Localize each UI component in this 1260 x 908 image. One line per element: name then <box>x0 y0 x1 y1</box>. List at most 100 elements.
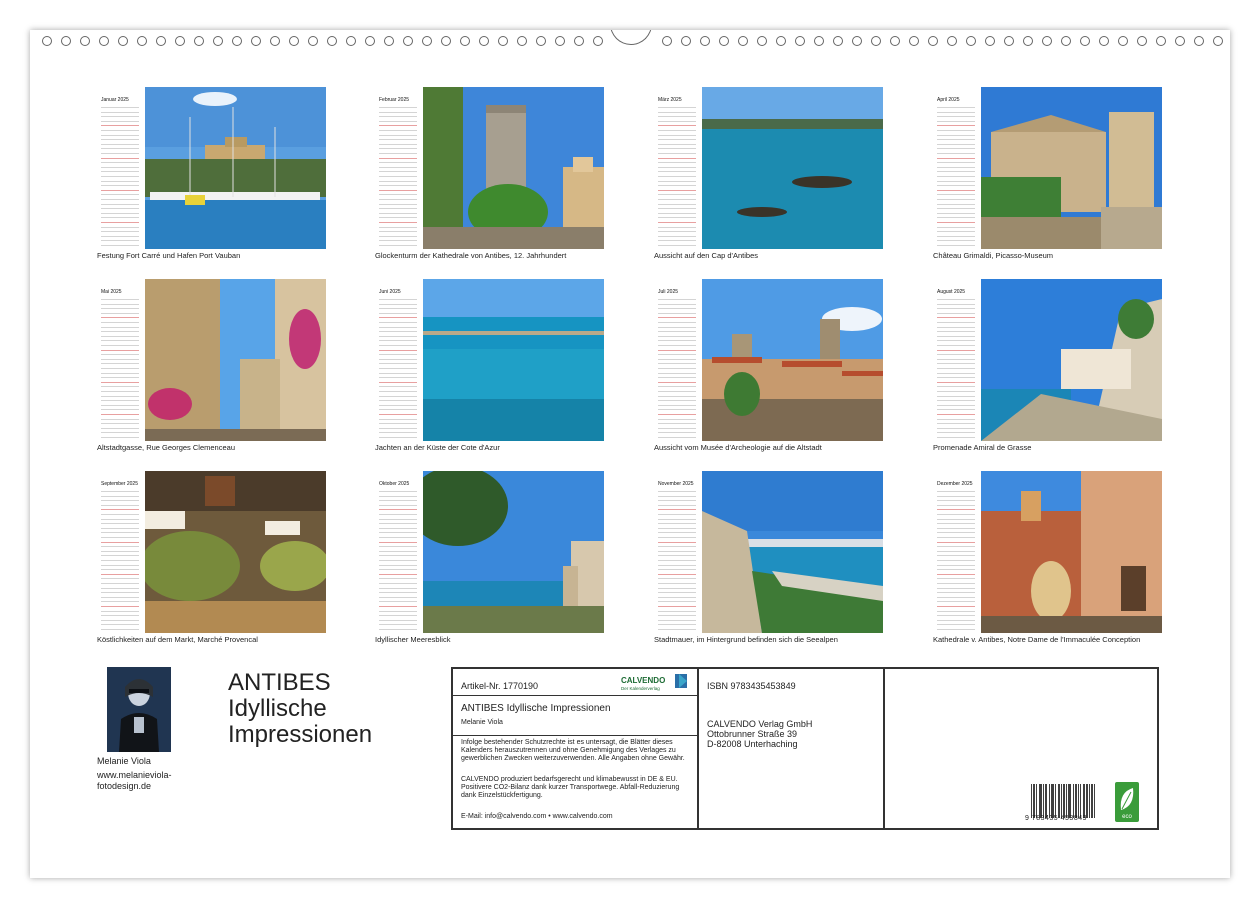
day-line <box>101 500 139 502</box>
day-line <box>937 592 975 594</box>
author-website[interactable]: www.melanieviola-fotodesign.de <box>97 770 207 792</box>
day-lines <box>654 289 700 441</box>
binding-ring <box>738 36 748 46</box>
contact-line[interactable]: E-Mail: info@calvendo.com • www.calvendo… <box>461 813 693 821</box>
day-line <box>937 550 975 552</box>
day-line <box>101 308 139 310</box>
day-line <box>101 368 139 369</box>
binding-ring <box>757 36 767 46</box>
binding-ring <box>80 36 90 46</box>
day-line <box>658 372 696 374</box>
day-line <box>379 326 417 328</box>
day-line <box>658 148 696 150</box>
day-line <box>379 610 417 612</box>
calendar-title: ANTIBES Idyllische Impressionen <box>228 670 448 748</box>
day-line <box>658 432 696 434</box>
day-line <box>937 523 975 525</box>
day-line <box>658 143 696 145</box>
day-line <box>937 619 975 621</box>
day-line <box>379 107 417 108</box>
binding-ring <box>460 36 470 46</box>
day-lines <box>654 97 700 249</box>
binding-ring <box>118 36 128 46</box>
day-line <box>937 615 975 617</box>
day-line <box>937 134 975 136</box>
eco-badge: eco <box>1115 782 1139 822</box>
day-line <box>937 116 975 118</box>
day-line <box>101 171 139 173</box>
day-line <box>658 349 696 351</box>
day-line <box>379 153 417 154</box>
day-lines <box>375 481 421 633</box>
day-line <box>658 212 696 214</box>
day-line <box>101 180 139 182</box>
day-line <box>101 317 139 319</box>
day-lines <box>97 481 143 633</box>
day-line <box>658 391 696 392</box>
day-line <box>658 335 696 337</box>
divider <box>883 669 885 828</box>
day-line <box>101 139 139 141</box>
day-line <box>379 573 417 575</box>
day-line <box>937 564 975 566</box>
day-line <box>937 610 975 612</box>
binding-ring <box>681 36 691 46</box>
binding-ring <box>852 36 862 46</box>
day-line <box>101 395 139 397</box>
binding-ring <box>1023 36 1033 46</box>
day-line <box>379 500 417 502</box>
day-line <box>379 157 417 159</box>
month-photo <box>981 471 1162 633</box>
day-line <box>101 381 139 383</box>
binding-ring <box>384 36 394 46</box>
day-line <box>937 569 975 571</box>
day-line <box>937 560 975 561</box>
photo-caption: Aussicht auf den Cap d'Antibes <box>654 251 758 260</box>
day-line <box>658 427 696 429</box>
day-line <box>658 368 696 369</box>
binding-ring <box>985 36 995 46</box>
day-line <box>379 437 417 438</box>
month-card: Januar 2025 Festung Fort Carré und Hafen… <box>97 87 329 262</box>
day-line <box>658 139 696 141</box>
day-line <box>101 509 139 511</box>
day-line <box>379 368 417 369</box>
month-photo <box>145 471 326 633</box>
binding-ring <box>365 36 375 46</box>
day-line <box>937 176 975 177</box>
day-line <box>658 326 696 328</box>
day-line <box>937 537 975 538</box>
day-line <box>379 349 417 351</box>
day-line <box>101 624 139 626</box>
day-line <box>658 166 696 168</box>
legal-notice: Infolge bestehender Schutzrechte ist es … <box>461 739 685 762</box>
day-line <box>658 532 696 534</box>
divider <box>697 669 699 828</box>
binding-ring <box>498 36 508 46</box>
day-line <box>658 400 696 402</box>
day-line <box>658 317 696 319</box>
binding-ring <box>403 36 413 46</box>
day-line <box>101 345 139 346</box>
day-line <box>101 537 139 538</box>
day-line <box>658 569 696 571</box>
day-line <box>379 120 417 122</box>
month-card: Juli 2025 Aussicht vom Musée d'Archeolog… <box>654 279 886 454</box>
day-line <box>379 166 417 168</box>
month-photo <box>702 87 883 249</box>
day-line <box>937 240 975 242</box>
day-line <box>937 212 975 214</box>
day-line <box>658 299 696 300</box>
day-lines <box>933 481 979 633</box>
day-line <box>101 312 139 314</box>
day-line <box>658 491 696 492</box>
day-line <box>379 432 417 434</box>
day-line <box>379 404 417 406</box>
photo-caption: Château Grimaldi, Picasso-Museum <box>933 251 1054 260</box>
day-line <box>101 573 139 575</box>
day-line <box>658 125 696 127</box>
day-line <box>658 189 696 191</box>
month-card: Dezember 2025 Kathedrale v. Antibes, Not… <box>933 471 1165 646</box>
binding-ring <box>1004 36 1014 46</box>
binding-ring <box>1194 36 1204 46</box>
